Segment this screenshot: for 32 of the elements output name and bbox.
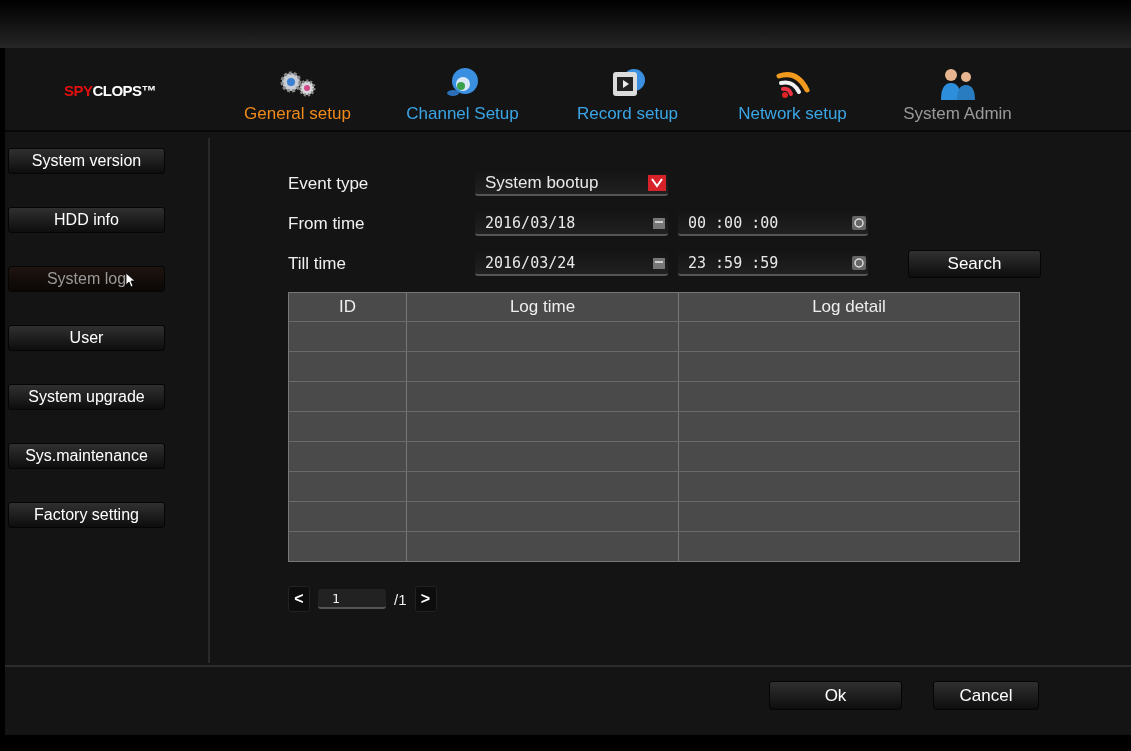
mouse-cursor-icon (126, 273, 136, 288)
search-button[interactable]: Search (908, 250, 1041, 278)
calendar-icon[interactable] (652, 256, 666, 270)
previous-page-button[interactable]: < (288, 586, 310, 612)
page-total: /1 (394, 590, 407, 608)
field-label: Event type (288, 174, 370, 194)
cancel-button[interactable]: Cancel (933, 681, 1039, 710)
column-header: Log detail (678, 293, 1019, 321)
calendar-icon[interactable] (652, 216, 666, 230)
menu-tab[interactable]: Record setup (545, 66, 710, 124)
ok-button[interactable]: Ok (769, 681, 902, 710)
menu-tab[interactable]: Network setup (710, 66, 875, 124)
field-label: From time (288, 214, 366, 234)
sidebar-item[interactable]: System upgrade (8, 384, 165, 410)
menu-tab[interactable]: Channel Setup (380, 66, 545, 124)
dropdown-caret-icon[interactable] (648, 175, 666, 191)
sidebar-item[interactable]: HDD info (8, 207, 165, 233)
clock-icon[interactable] (852, 256, 866, 270)
sidebar-item[interactable]: User (8, 325, 165, 351)
menu-tab[interactable]: General setup (215, 68, 380, 124)
sidebar-item[interactable]: System version (8, 148, 165, 174)
sidebar-item[interactable]: Factory setting (8, 502, 165, 528)
sidebar-item[interactable]: System log (8, 266, 165, 292)
logo: SPYCLOPS™ (62, 81, 158, 99)
next-page-button[interactable]: > (414, 586, 437, 612)
event-type-dropdown[interactable]: System bootup (475, 172, 668, 196)
column-header: ID (338, 296, 357, 318)
column-header: Log time (406, 293, 678, 321)
page-field[interactable]: 1 (318, 589, 386, 609)
sidebar-item[interactable]: Sys.maintenance (8, 443, 165, 469)
clock-icon[interactable] (852, 216, 866, 230)
field-label: Till time (288, 254, 347, 274)
